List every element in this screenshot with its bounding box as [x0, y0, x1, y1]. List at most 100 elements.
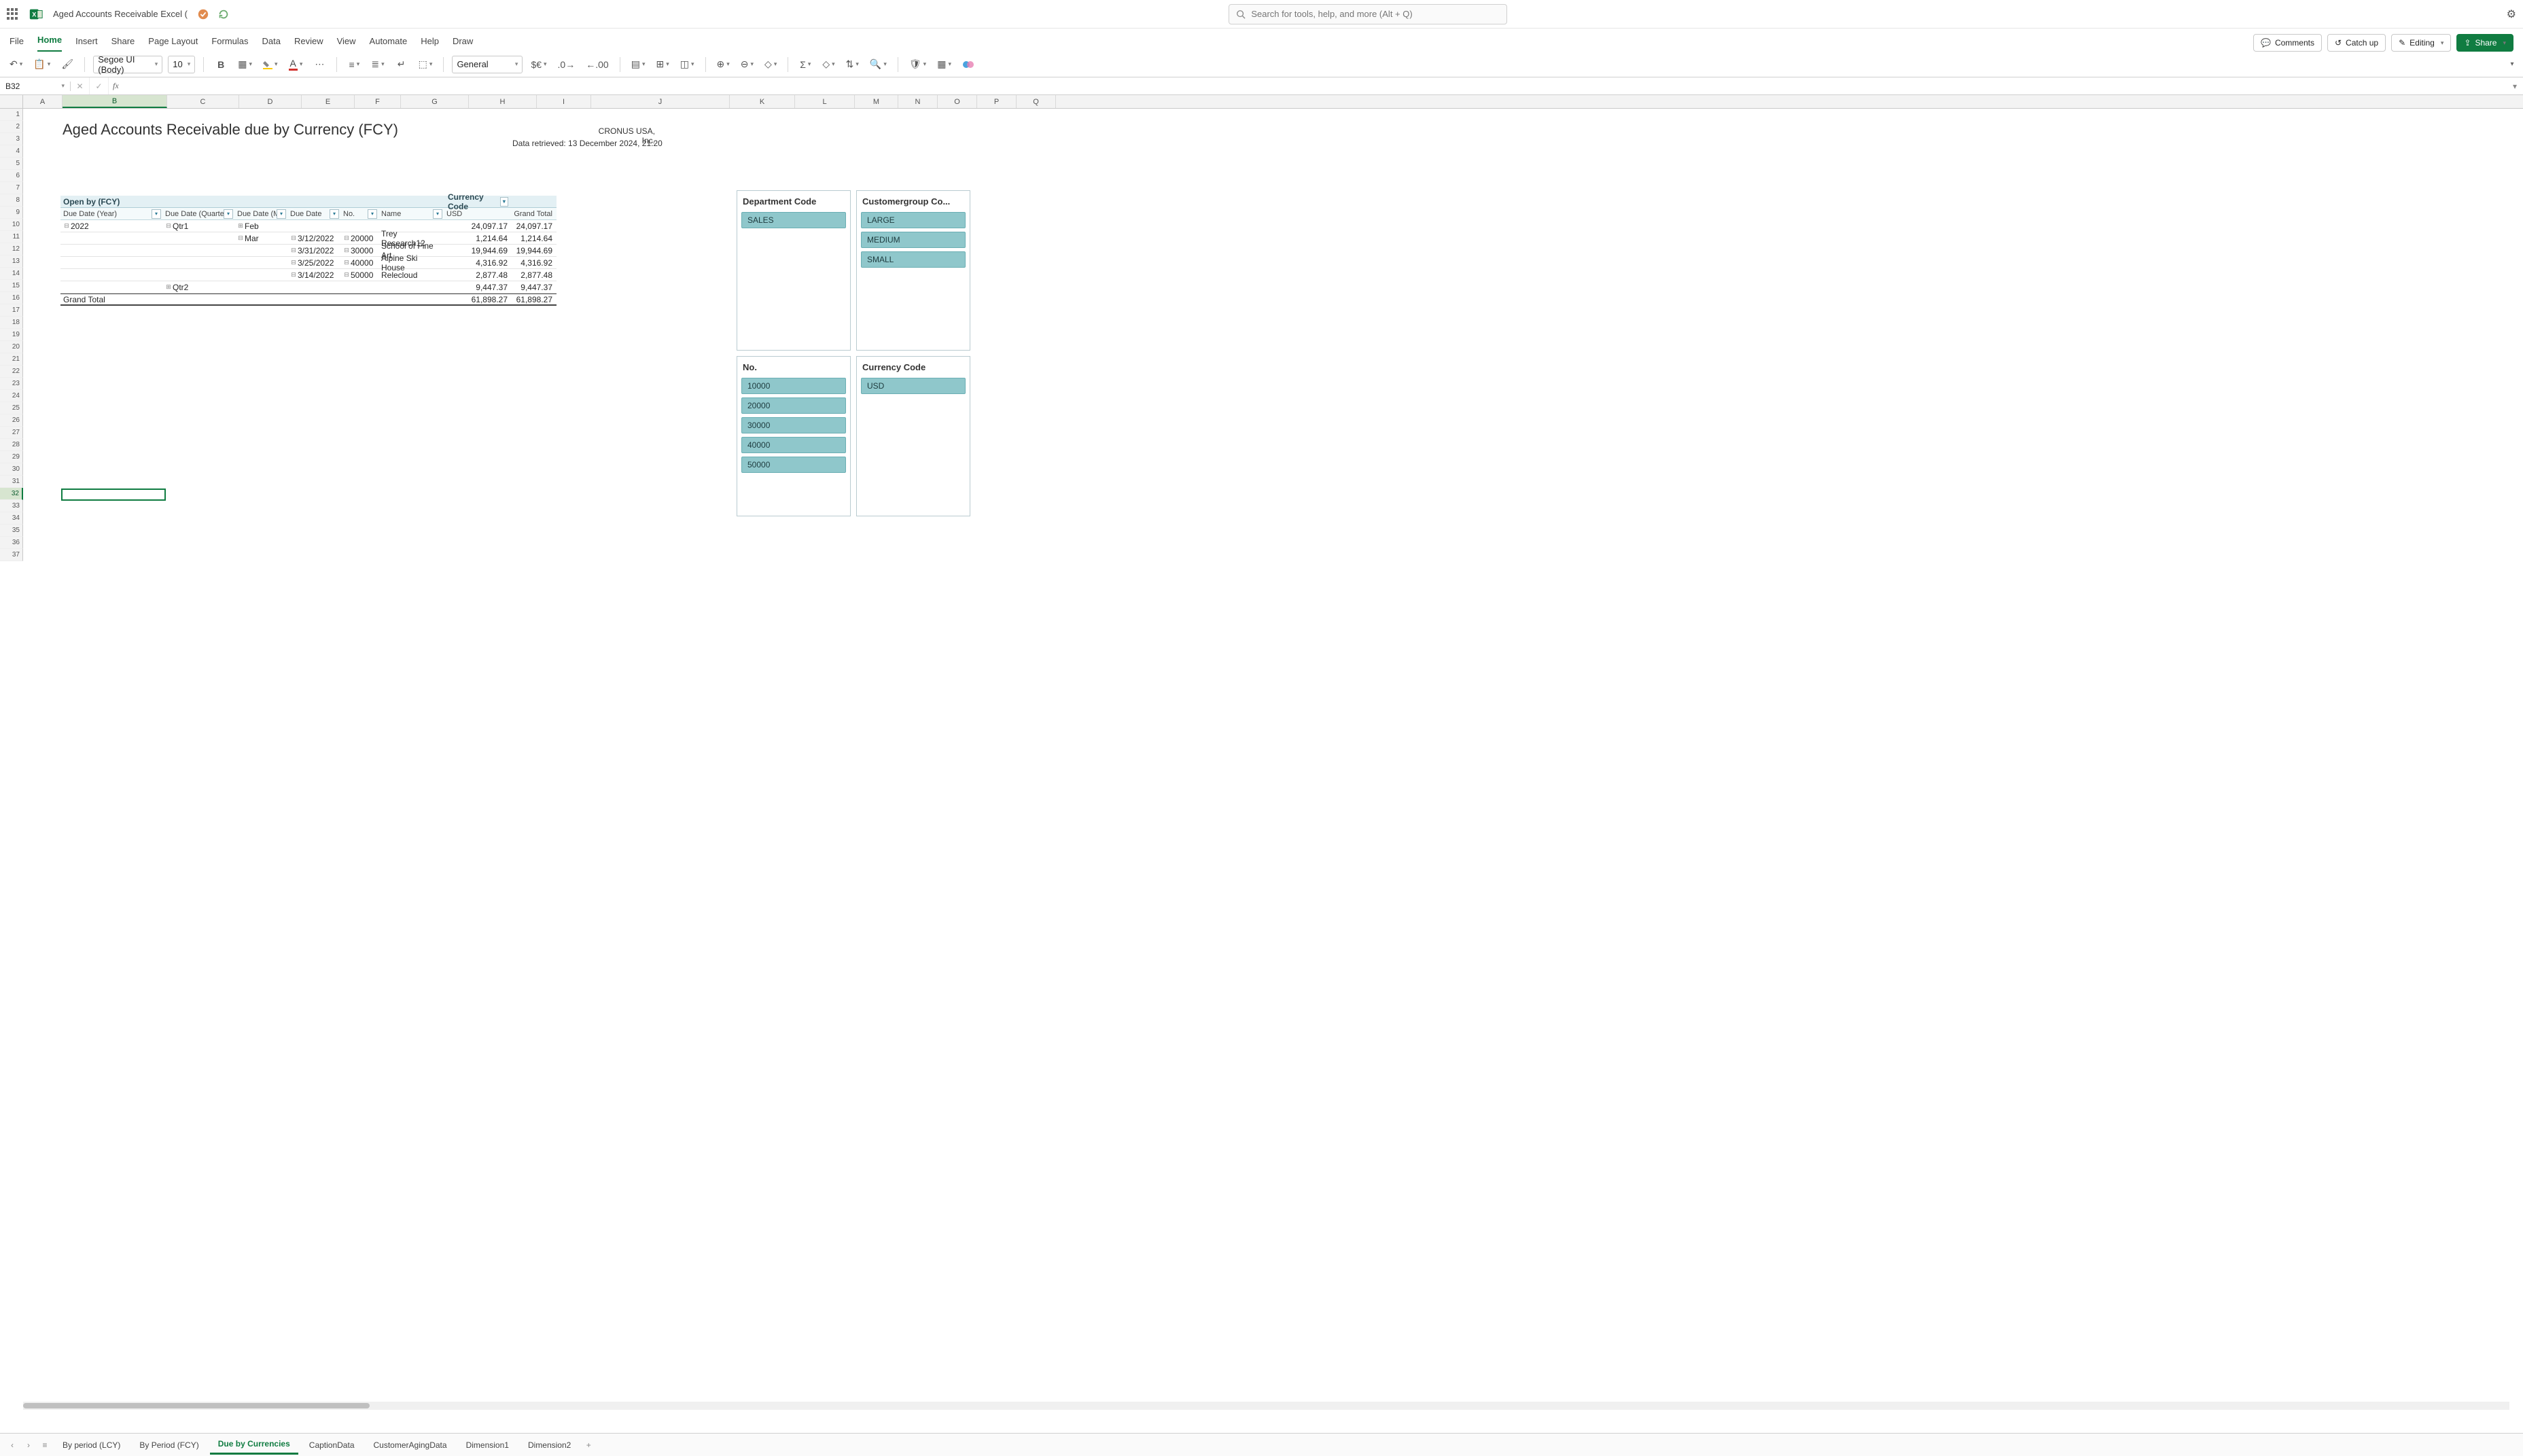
- row-header-9[interactable]: 9: [0, 207, 23, 219]
- sort-filter-button[interactable]: ⇅: [843, 56, 862, 73]
- slicer-item[interactable]: 40000: [741, 437, 846, 453]
- bold-button[interactable]: B: [212, 56, 230, 73]
- row-header-29[interactable]: 29: [0, 451, 23, 463]
- pivot-row[interactable]: ⊟3/31/2022⊟30000School of Fine Art19,944…: [60, 245, 557, 257]
- autosum-button[interactable]: Σ: [796, 56, 814, 73]
- name-box[interactable]: B32: [0, 82, 71, 91]
- column-header-G[interactable]: G: [401, 95, 469, 108]
- sheet-tab-dimension1[interactable]: Dimension1: [458, 1436, 517, 1454]
- ribbon-tab-automate[interactable]: Automate: [370, 32, 408, 52]
- column-header-F[interactable]: F: [355, 95, 401, 108]
- row-header-30[interactable]: 30: [0, 463, 23, 476]
- sensitivity-button[interactable]: 🛡: [906, 56, 929, 73]
- row-header-17[interactable]: 17: [0, 304, 23, 317]
- ribbon-tab-insert[interactable]: Insert: [75, 32, 98, 52]
- font-color-button[interactable]: A: [286, 56, 306, 73]
- align-v-button[interactable]: ≣: [368, 56, 387, 73]
- slicer-item[interactable]: LARGE: [861, 212, 966, 228]
- cell-styles-button[interactable]: ◫: [677, 56, 697, 73]
- pivot-row[interactable]: ⊟3/25/2022⊟40000Alpine Ski House4,316.92…: [60, 257, 557, 269]
- sheet-tab-due-by-currencies[interactable]: Due by Currencies: [210, 1435, 298, 1455]
- row-header-13[interactable]: 13: [0, 255, 23, 268]
- row-header-3[interactable]: 3: [0, 133, 23, 145]
- clear-button[interactable]: ◇: [819, 56, 837, 73]
- format-painter-button[interactable]: 🖌: [58, 56, 76, 73]
- search-input[interactable]: [1251, 9, 1500, 19]
- ribbon-tab-file[interactable]: File: [10, 32, 24, 52]
- column-header-A[interactable]: A: [23, 95, 63, 108]
- row-header-12[interactable]: 12: [0, 243, 23, 255]
- ribbon-tab-page-layout[interactable]: Page Layout: [148, 32, 198, 52]
- addins-button[interactable]: ▦: [934, 56, 954, 73]
- slicer-item[interactable]: 10000: [741, 378, 846, 394]
- ribbon-expand-button[interactable]: ▾: [2508, 56, 2516, 73]
- row-header-36[interactable]: 36: [0, 537, 23, 549]
- sheet-tab-customeragingdata[interactable]: CustomerAgingData: [366, 1436, 455, 1454]
- column-header-C[interactable]: C: [167, 95, 239, 108]
- row-header-20[interactable]: 20: [0, 341, 23, 353]
- column-header-P[interactable]: P: [977, 95, 1017, 108]
- column-header-K[interactable]: K: [730, 95, 795, 108]
- slicer-no-[interactable]: No.1000020000300004000050000: [737, 356, 851, 516]
- wrap-text-button[interactable]: ↵: [393, 56, 410, 73]
- slicer-item[interactable]: 50000: [741, 457, 846, 473]
- pivot-row[interactable]: ⊟3/14/2022⊟50000Relecloud2,877.482,877.4…: [60, 269, 557, 281]
- column-header-B[interactable]: B: [63, 95, 167, 108]
- row-header-19[interactable]: 19: [0, 329, 23, 341]
- pivot-field-year[interactable]: Due Date (Year)▾: [60, 208, 162, 219]
- pivot-field-no[interactable]: No.▾: [340, 208, 378, 219]
- copilot-button[interactable]: [959, 56, 977, 73]
- pivot-currency-code-label[interactable]: Currency Code▾: [445, 196, 512, 208]
- settings-icon[interactable]: ⚙: [2507, 7, 2516, 21]
- app-launcher[interactable]: [7, 8, 19, 20]
- font-family-select[interactable]: Segoe UI (Body)▾: [93, 56, 162, 73]
- slicer-item[interactable]: 20000: [741, 397, 846, 414]
- pivot-row[interactable]: ⊟Mar⊟3/12/2022⊟20000Trey Research121,214…: [60, 232, 557, 245]
- sheet-tab-by-period-lcy-[interactable]: By period (LCY): [54, 1436, 128, 1454]
- enter-formula-button[interactable]: ✓: [90, 77, 109, 94]
- row-header-1[interactable]: 1: [0, 109, 23, 121]
- sheet-nav-prev[interactable]: ‹: [5, 1440, 19, 1450]
- font-size-select[interactable]: 10▾: [168, 56, 195, 73]
- pivot-field-month[interactable]: Due Date (M▾: [234, 208, 287, 219]
- align-h-button[interactable]: ≡: [345, 56, 363, 73]
- merge-button[interactable]: ⬚: [416, 56, 436, 73]
- ribbon-tab-home[interactable]: Home: [37, 31, 62, 52]
- row-header-11[interactable]: 11: [0, 231, 23, 243]
- slicer-customergroup-co-[interactable]: Customergroup Co...LARGEMEDIUMSMALL: [856, 190, 970, 351]
- row-header-2[interactable]: 2: [0, 121, 23, 133]
- row-header-4[interactable]: 4: [0, 145, 23, 158]
- decrease-decimal-button[interactable]: .0→: [555, 56, 578, 73]
- refresh-icon[interactable]: [217, 8, 230, 20]
- find-button[interactable]: 🔍: [867, 56, 889, 73]
- row-header-16[interactable]: 16: [0, 292, 23, 304]
- sheet-tab-captiondata[interactable]: CaptionData: [301, 1436, 363, 1454]
- sheet-nav-next[interactable]: ›: [22, 1440, 35, 1450]
- row-header-10[interactable]: 10: [0, 219, 23, 231]
- currency-button[interactable]: $€: [528, 56, 549, 73]
- borders-button[interactable]: ▦: [235, 56, 255, 73]
- row-header-6[interactable]: 6: [0, 170, 23, 182]
- slicer-item[interactable]: SALES: [741, 212, 846, 228]
- slicer-item[interactable]: USD: [861, 378, 966, 394]
- row-header-8[interactable]: 8: [0, 194, 23, 207]
- search-box[interactable]: [1229, 4, 1507, 24]
- fill-color-button[interactable]: [260, 56, 281, 73]
- column-header-O[interactable]: O: [938, 95, 977, 108]
- row-header-22[interactable]: 22: [0, 366, 23, 378]
- share-button[interactable]: ⇪Share: [2456, 34, 2513, 52]
- select-all-triangle[interactable]: [0, 95, 23, 108]
- ribbon-tab-help[interactable]: Help: [421, 32, 439, 52]
- delete-cells-button[interactable]: ⊖: [738, 56, 756, 73]
- row-header-31[interactable]: 31: [0, 476, 23, 488]
- editing-mode-button[interactable]: ✎Editing: [2391, 34, 2451, 52]
- row-header-18[interactable]: 18: [0, 317, 23, 329]
- document-title[interactable]: Aged Accounts Receivable Excel (: [53, 9, 188, 19]
- column-header-J[interactable]: J: [591, 95, 730, 108]
- row-header-28[interactable]: 28: [0, 439, 23, 451]
- scroll-thumb[interactable]: [23, 1403, 370, 1408]
- slicer-currency-code[interactable]: Currency CodeUSD: [856, 356, 970, 516]
- column-header-E[interactable]: E: [302, 95, 355, 108]
- pivot-field-date[interactable]: Due Date▾: [287, 208, 340, 219]
- column-header-M[interactable]: M: [855, 95, 898, 108]
